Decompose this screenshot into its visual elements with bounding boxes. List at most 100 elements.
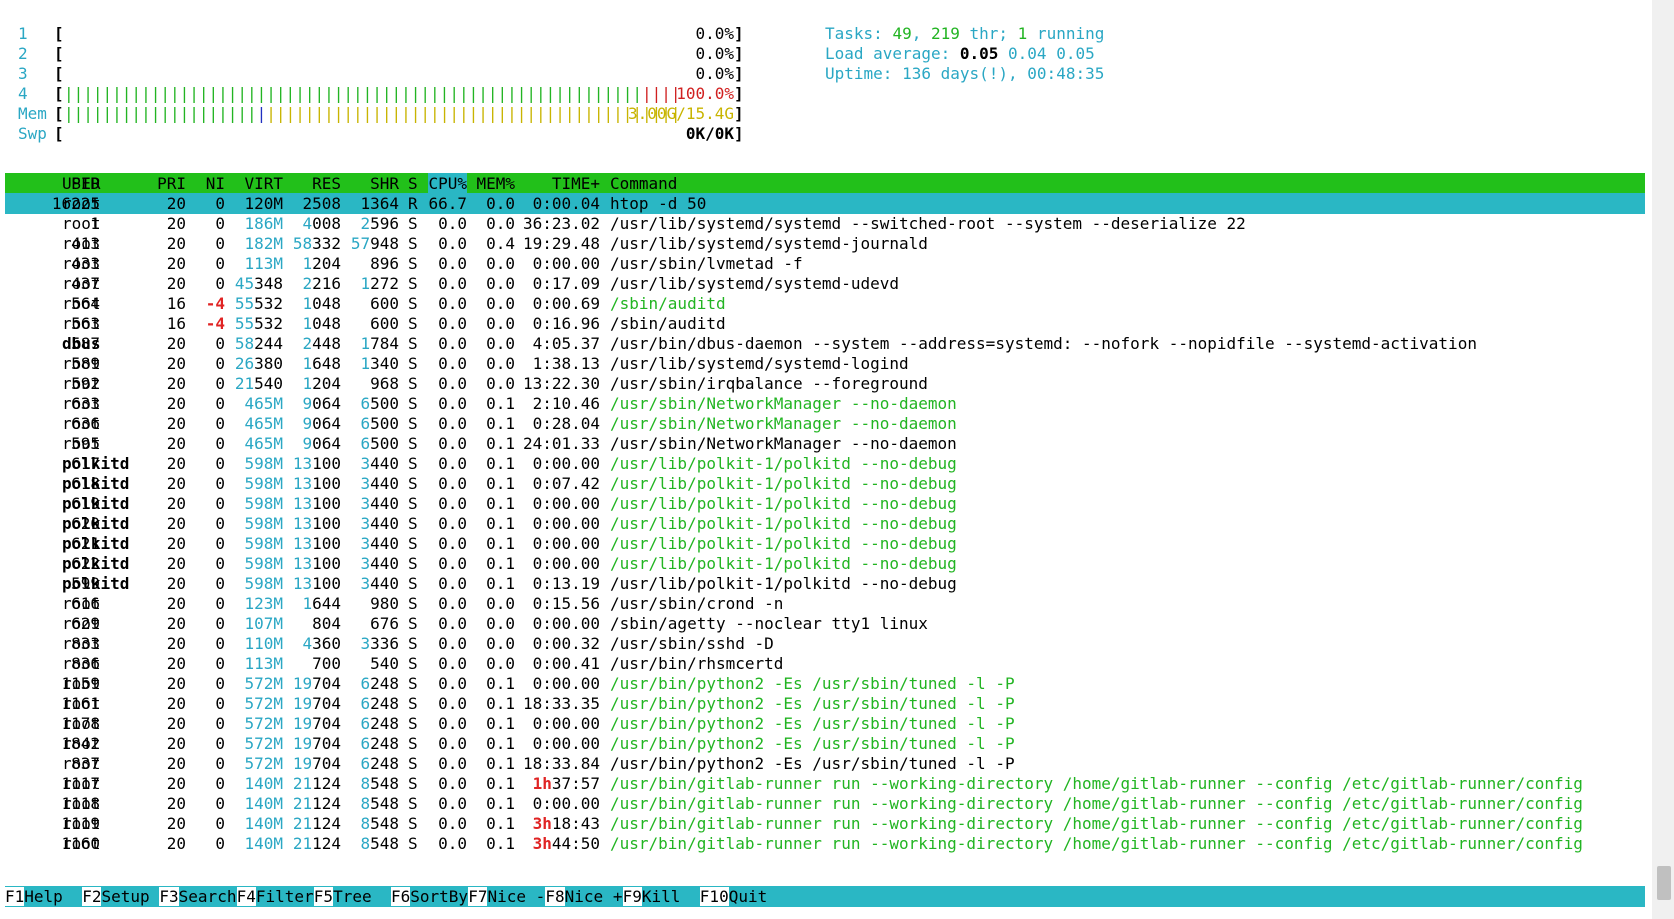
column-header-cpu[interactable]: CPU%: [428, 173, 467, 194]
fkey-f6[interactable]: F6SortBy: [391, 886, 468, 907]
meter-label: Mem: [18, 104, 47, 123]
process-row[interactable]: 589 root 20 0 26380 1648 1340 S 0.0 0.0 1:38.13/us…: [5, 353, 1645, 374]
process-shr-thousands: 3: [360, 574, 371, 593]
process-row[interactable]: 1118 root 20 0 140M 21124 8548 S 0.0 0.1 0:00.00/u…: [5, 793, 1645, 814]
process-res-thousands: 21: [292, 814, 313, 833]
process-row[interactable]: 1117 root 20 0 140M 21124 8548 S 0.0 0.1 1h37:57/u…: [5, 773, 1645, 794]
process-shr-thousands: 6: [360, 674, 371, 693]
process-row[interactable]: 1178 root 20 0 572M 19704 6248 S 0.0 0.1 0:00.00/u…: [5, 713, 1645, 734]
fkey-label: Nice +: [564, 887, 623, 906]
process-time-hours: 1h: [532, 774, 552, 793]
process-shr-units: 548: [370, 774, 399, 793]
process-shr-units: 248: [370, 754, 399, 773]
process-user: polkitd: [62, 514, 130, 533]
fkey-f8[interactable]: F8Nice +: [545, 886, 622, 907]
process-row[interactable]: 413 root 20 0 182M 58332 57948 S 0.0 0.4 19:29.48/…: [5, 233, 1645, 254]
process-mem: 0.4: [486, 234, 515, 253]
fkey-f2[interactable]: F2Setup: [82, 886, 159, 907]
process-row[interactable]: 1 root 20 0 186M 4008 2596 S 0.0 0.0 36:23.02/usr/…: [5, 213, 1645, 234]
meter-close-bracket: ]: [734, 124, 744, 143]
process-row[interactable]: 622 polkitd 20 0 598M 13100 3440 S 0.0 0.1 0:00.00…: [5, 553, 1645, 574]
process-row[interactable]: 618 polkitd 20 0 598M 13100 3440 S 0.0 0.1 0:07.42…: [5, 473, 1645, 494]
process-user: root: [62, 734, 101, 753]
process-row[interactable]: 1161 root 20 0 572M 19704 6248 S 0.0 0.1 18:33.35/…: [5, 693, 1645, 714]
process-s: S: [408, 414, 418, 433]
process-row[interactable]: 617 polkitd 20 0 598M 13100 3440 S 0.0 0.1 0:00.00…: [5, 453, 1645, 474]
process-shr: 1784: [360, 333, 399, 354]
fkey-label: Kill: [641, 887, 700, 906]
process-row[interactable]: 837 root 20 0 572M 19704 6248 S 0.0 0.1 18:33.84/u…: [5, 753, 1645, 774]
fkey-f3[interactable]: F3Search: [159, 886, 236, 907]
column-header-shr[interactable]: SHR: [370, 173, 399, 194]
fkey-f7[interactable]: F7Nice -: [468, 886, 545, 907]
process-time: 2:10.46: [532, 394, 600, 413]
process-row[interactable]: 1842 root 20 0 572M 19704 6248 S 0.0 0.1 0:00.00/u…: [5, 733, 1645, 754]
fkey-f1[interactable]: F1Help: [5, 886, 82, 907]
process-row[interactable]: 437 root 20 0 45348 2216 1272 S 0.0 0.0 0:17.09/us…: [5, 273, 1645, 294]
column-header-virt[interactable]: VIRT: [244, 173, 283, 194]
process-cmd: /usr/sbin/NetworkManager --no-daemon: [610, 434, 957, 453]
process-s: S: [408, 214, 418, 233]
process-cmd: /usr/sbin/sshd -D: [610, 634, 774, 653]
process-row[interactable]: 1119 root 20 0 140M 21124 8548 S 0.0 0.1 3h18:43/u…: [5, 813, 1645, 834]
process-user: root: [62, 754, 101, 773]
process-user: polkitd: [62, 494, 130, 513]
fkey-f5[interactable]: F5Tree: [313, 886, 391, 907]
fkey-f9[interactable]: F9Kill: [622, 886, 700, 907]
process-row[interactable]: 599 polkitd 20 0 598M 13100 3440 S 0.0 0.1 0:13.19…: [5, 573, 1645, 594]
process-mem: 0.1: [486, 714, 515, 733]
process-row[interactable]: 592 root 20 0 21540 1204 968 S 0.0 0.0 13:22.30/us…: [5, 373, 1645, 394]
column-header-time[interactable]: TIME+: [552, 173, 600, 194]
process-res: 58332: [293, 233, 341, 254]
scrollbar[interactable]: [1652, 0, 1674, 919]
process-res: 19704: [293, 713, 341, 734]
process-time: 3h44:50: [533, 833, 600, 854]
process-cmd: /usr/sbin/irqbalance --foreground: [610, 374, 928, 393]
process-virt: 598M: [244, 534, 283, 553]
process-virt: 465M: [244, 434, 283, 453]
process-row[interactable]: 563 root 16 -4 55532 1048 600 S 0.0 0.0 0:16.96/sb…: [5, 313, 1645, 334]
process-row[interactable]: 616 root 20 0 123M 1644 980 S 0.0 0.0 0:15.56/usr/…: [5, 593, 1645, 614]
process-row[interactable]: 16225 root 20 0 120M 2508 1364 R 66.7 0.0 0:00.04 h…: [5, 193, 1645, 214]
column-header-res[interactable]: RES: [312, 173, 341, 194]
fkey-key: F10: [699, 887, 729, 906]
process-ni: 0: [215, 794, 225, 813]
process-row[interactable]: 564 root 16 -4 55532 1048 600 S 0.0 0.0 0:00.69/sb…: [5, 293, 1645, 314]
process-row[interactable]: 629 root 20 0 107M 804 676 S 0.0 0.0 0:00.00/sbin/…: [5, 613, 1645, 634]
process-cmd: /usr/lib/polkit-1/polkitd --no-debug: [610, 574, 957, 593]
process-shr-thousands: 3: [360, 554, 371, 573]
process-res-thousands: 21: [292, 834, 313, 853]
process-mem: 0.0: [486, 314, 515, 333]
process-res: 1204: [302, 253, 341, 274]
column-header-s[interactable]: S: [408, 173, 418, 194]
scrollbar-thumb[interactable]: [1657, 866, 1671, 900]
process-row[interactable]: 587 dbus 20 0 58244 2448 1784 S 0.0 0.0 4:05.37/us…: [5, 333, 1645, 354]
column-header-user[interactable]: USER: [62, 173, 101, 194]
process-row[interactable]: 833 root 20 0 110M 4360 3336 S 0.0 0.0 0:00.32/usr…: [5, 633, 1645, 654]
process-row[interactable]: 836 root 20 0 113M 700 540 S 0.0 0.0 0:00.41/usr/b…: [5, 653, 1645, 674]
column-header-pri[interactable]: PRI: [157, 173, 186, 194]
process-row[interactable]: 1160 root 20 0 140M 21124 8548 S 0.0 0.1 3h44:50/u…: [5, 833, 1645, 854]
column-header-mem[interactable]: MEM%: [476, 173, 515, 194]
process-user: root: [62, 714, 101, 733]
process-row[interactable]: 633 root 20 0 465M 9064 6500 S 0.0 0.1 2:10.46/usr…: [5, 393, 1645, 414]
meter-value: 0K/0K: [685, 124, 734, 143]
process-row[interactable]: 433 root 20 0 113M 1204 896 S 0.0 0.0 0:00.00/usr/…: [5, 253, 1645, 274]
process-row[interactable]: 620 polkitd 20 0 598M 13100 3440 S 0.0 0.1 0:00.00…: [5, 513, 1645, 534]
process-virt: 113M: [244, 254, 283, 273]
process-row[interactable]: 636 root 20 0 465M 9064 6500 S 0.0 0.1 0:28.04/usr…: [5, 413, 1645, 434]
column-header-ni[interactable]: NI: [206, 173, 225, 194]
process-shr-units: 272: [370, 274, 399, 293]
fkey-f4[interactable]: F4Filter: [236, 886, 314, 907]
process-row[interactable]: 1159 root 20 0 572M 19704 6248 S 0.0 0.1 0:00.00/u…: [5, 673, 1645, 694]
process-res-units: 008: [312, 214, 341, 233]
process-mem: 0.1: [486, 794, 515, 813]
process-res-thousands: 13: [292, 474, 313, 493]
process-row[interactable]: 619 polkitd 20 0 598M 13100 3440 S 0.0 0.1 0:00.00…: [5, 493, 1645, 514]
process-shr: 600: [370, 294, 399, 313]
column-header-cmd[interactable]: Command: [610, 173, 677, 194]
process-row[interactable]: 595 root 20 0 465M 9064 6500 S 0.0 0.1 24:01.33/us…: [5, 433, 1645, 454]
fkey-f10[interactable]: F10Quit: [699, 886, 787, 907]
process-row[interactable]: 621 polkitd 20 0 598M 13100 3440 S 0.0 0.1 0:00.00…: [5, 533, 1645, 554]
process-shr-thousands: 3: [360, 534, 371, 553]
